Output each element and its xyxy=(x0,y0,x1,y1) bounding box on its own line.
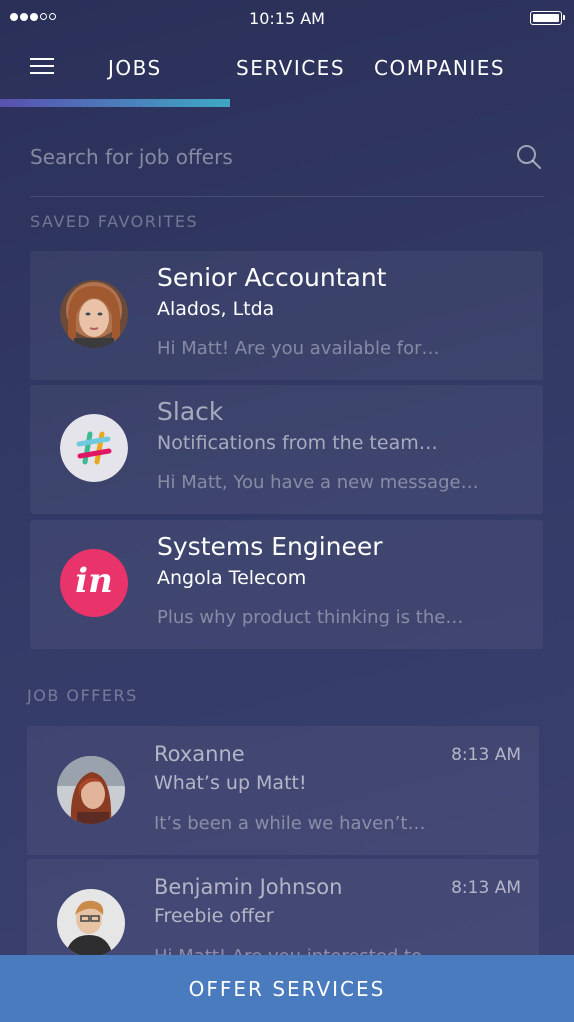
favorite-title: Systems Engineer xyxy=(157,532,383,561)
favorite-subtitle: Notifications from the team… xyxy=(157,432,438,454)
favorite-preview: Hi Matt, You have a new message… xyxy=(157,472,479,493)
active-tab-indicator xyxy=(0,99,230,107)
job-offer-item[interactable]: Roxanne 8:13 AM What’s up Matt! It’s bee… xyxy=(27,726,539,855)
offer-time: 8:13 AM xyxy=(451,878,521,898)
avatar xyxy=(60,280,128,348)
favorite-subtitle: Alados, Ltda xyxy=(157,298,275,320)
avatar xyxy=(57,756,125,824)
invision-logo-icon: in xyxy=(60,549,128,617)
tab-services[interactable]: SERVICES xyxy=(236,56,345,80)
search-icon[interactable] xyxy=(516,144,542,170)
favorite-title: Senior Accountant xyxy=(157,263,387,292)
avatar xyxy=(57,889,125,957)
battery-icon xyxy=(530,11,565,25)
favorite-card[interactable]: in Systems Engineer Angola Telecom Plus … xyxy=(30,520,543,649)
status-time: 10:15 AM xyxy=(249,9,325,28)
search-bar xyxy=(30,130,544,197)
saved-favorites-heading: SAVED FAVORITES xyxy=(30,212,199,231)
invision-logo-text: in xyxy=(75,561,113,601)
favorite-title: Slack xyxy=(157,397,224,426)
favorite-preview: Hi Matt! Are you available for… xyxy=(157,338,440,359)
status-bar: 10:15 AM xyxy=(0,0,574,36)
tab-companies[interactable]: COMPANIES xyxy=(374,56,505,80)
menu-icon[interactable] xyxy=(30,56,54,76)
slack-logo-icon xyxy=(60,414,128,482)
offer-services-button[interactable]: OFFER SERVICES xyxy=(0,955,574,1022)
favorite-card[interactable]: Senior Accountant Alados, Ltda Hi Matt! … xyxy=(30,251,543,380)
favorite-preview: Plus why product thinking is the… xyxy=(157,607,464,628)
tab-jobs[interactable]: JOBS xyxy=(108,56,162,80)
offer-name: Benjamin Johnson xyxy=(154,875,343,899)
favorite-subtitle: Angola Telecom xyxy=(157,567,307,589)
offer-name: Roxanne xyxy=(154,742,245,766)
offer-preview: It’s been a while we haven’t… xyxy=(154,813,426,834)
search-input[interactable] xyxy=(30,140,500,174)
job-offers-heading: JOB OFFERS xyxy=(27,686,138,705)
offer-message: Freebie offer xyxy=(154,905,274,927)
offer-message: What’s up Matt! xyxy=(154,772,307,794)
favorite-card[interactable]: Slack Notifications from the team… Hi Ma… xyxy=(30,385,543,514)
top-navigation: JOBS SERVICES COMPANIES xyxy=(0,36,574,108)
offer-time: 8:13 AM xyxy=(451,745,521,765)
